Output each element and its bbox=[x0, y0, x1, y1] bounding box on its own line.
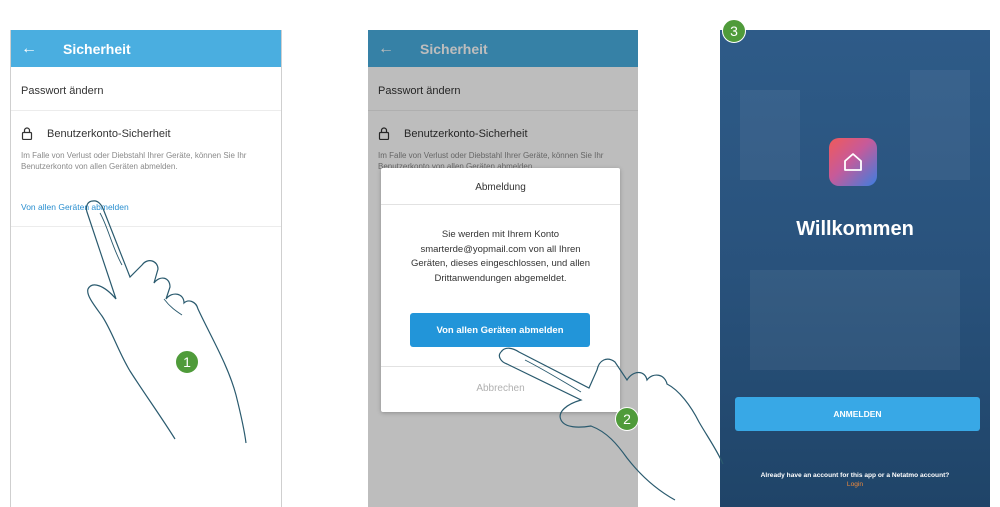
divider bbox=[381, 204, 620, 205]
background-window bbox=[740, 90, 800, 180]
account-security-item: Benutzerkonto-Sicherheit bbox=[21, 127, 171, 140]
pointing-hand-icon bbox=[498, 347, 724, 501]
account-security-label: Benutzerkonto-Sicherheit bbox=[47, 127, 171, 140]
dialog-message: Sie werden mit Ihrem Konto smarterde@yop… bbox=[410, 229, 591, 284]
dialog-title: Abmeldung bbox=[475, 182, 526, 193]
account-question: Already have an account for this app or … bbox=[760, 472, 950, 479]
anmelden-button[interactable]: ANMELDEN bbox=[735, 397, 980, 431]
step-badge-1: 1 bbox=[175, 350, 199, 374]
pointing-hand-icon bbox=[85, 200, 247, 444]
security-description: Im Falle von Verlust oder Diebstahl Ihre… bbox=[21, 151, 247, 171]
back-arrow-icon[interactable]: ← bbox=[21, 40, 39, 57]
login-link[interactable]: Login bbox=[720, 481, 990, 488]
app-header: ← Sicherheit bbox=[11, 30, 281, 67]
lock-icon bbox=[21, 127, 33, 140]
step-badge-3: 3 bbox=[722, 19, 746, 43]
step-badge-2: 2 bbox=[615, 407, 639, 431]
header-title: Sicherheit bbox=[63, 40, 131, 57]
change-password-item[interactable]: Passwort ändern bbox=[21, 85, 104, 97]
background-window bbox=[910, 70, 970, 180]
home-icon bbox=[829, 138, 877, 186]
welcome-title: Willkommen bbox=[796, 218, 914, 240]
divider bbox=[11, 110, 281, 111]
background-window bbox=[750, 270, 960, 370]
phone-screen-3: Willkommen ANMELDEN Already have an acco… bbox=[720, 30, 990, 507]
